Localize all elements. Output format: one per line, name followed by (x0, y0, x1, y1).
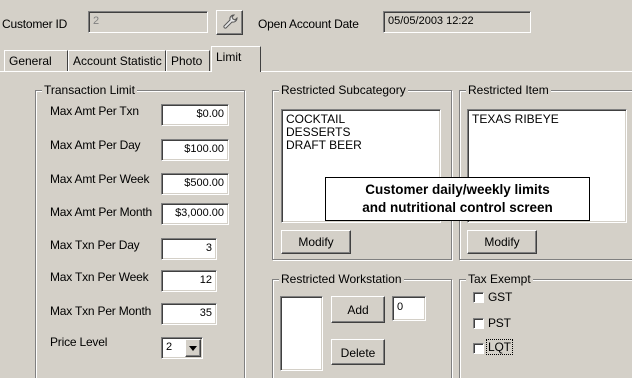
tax-exempt-group: Tax Exempt (459, 272, 632, 378)
customer-id-value: 2 (93, 15, 100, 27)
tab-limit[interactable]: Limit (211, 46, 261, 72)
tab-photo-label: Photo (171, 54, 203, 68)
workstation-delete-button[interactable]: Delete (331, 339, 385, 365)
customer-lookup-button[interactable] (216, 10, 243, 35)
transaction-limit-title: Transaction Limit (42, 83, 137, 97)
tab-photo[interactable]: Photo (166, 50, 210, 71)
open-date-value: 05/05/2003 12:22 (388, 15, 474, 27)
item-modify-label: Modify (484, 235, 520, 249)
wrench-icon (222, 14, 237, 29)
max-txn-per-month-label: Max Txn Per Month (50, 304, 152, 318)
tab-account-statistic[interactable]: Account Statistic (68, 50, 166, 71)
max-txn-per-day-label: Max Txn Per Day (50, 238, 140, 252)
max-amt-per-day-label: Max Amt Per Day (50, 138, 141, 152)
price-level-value: 2 (166, 341, 173, 353)
open-date-label: Open Account Date (258, 17, 359, 31)
list-item[interactable]: DRAFT BEER (286, 139, 436, 152)
tab-account-statistic-label: Account Statistic (73, 54, 162, 68)
max-amt-per-txn-value: $0.00 (196, 108, 224, 120)
workstation-number-field[interactable]: 0 (392, 296, 426, 321)
tab-general-label: General (9, 54, 52, 68)
max-amt-per-txn-label: Max Amt Per Txn (50, 104, 139, 118)
gst-label: GST (488, 290, 513, 304)
workstation-add-button[interactable]: Add (331, 296, 385, 323)
caption-line-2: and nutritional control screen (362, 200, 553, 215)
max-txn-per-month-value: 35 (199, 307, 212, 319)
max-amt-per-txn-field[interactable]: $0.00 (161, 104, 229, 126)
caption-line-1: Customer daily/weekly limits (365, 182, 550, 197)
pst-checkbox[interactable] (473, 318, 484, 329)
max-amt-per-month-label: Max Amt Per Month (50, 205, 152, 219)
customer-id-label: Customer ID (2, 17, 68, 31)
max-txn-per-day-field[interactable]: 3 (161, 238, 217, 260)
open-date-field[interactable]: 05/05/2003 12:22 (383, 11, 531, 33)
workstation-number-value: 0 (397, 301, 404, 313)
price-level-dropdown-button[interactable] (185, 339, 201, 357)
max-txn-per-week-label: Max Txn Per Week (50, 270, 149, 284)
list-item[interactable]: TEXAS RIBEYE (472, 113, 622, 126)
gst-checkbox[interactable] (473, 292, 484, 303)
max-amt-per-week-label: Max Amt Per Week (50, 172, 150, 186)
max-amt-per-day-value: $100.00 (184, 143, 224, 155)
subcategory-modify-button[interactable]: Modify (281, 230, 351, 254)
max-amt-per-day-field[interactable]: $100.00 (161, 139, 229, 161)
max-txn-per-day-value: 3 (205, 242, 212, 254)
max-txn-per-week-field[interactable]: 12 (161, 270, 217, 292)
tab-limit-label: Limit (216, 50, 242, 64)
restricted-workstation-title: Restricted Workstation (279, 272, 404, 286)
max-amt-per-week-value: $500.00 (184, 177, 224, 189)
tax-exempt-title: Tax Exempt (466, 272, 533, 286)
workstation-add-label: Add (347, 303, 369, 317)
price-level-select[interactable]: 2 (161, 337, 203, 359)
workstation-delete-label: Delete (340, 346, 376, 360)
item-modify-button[interactable]: Modify (467, 230, 537, 254)
max-txn-per-month-field[interactable]: 35 (161, 303, 217, 325)
max-amt-per-month-value: $3,000.00 (175, 207, 224, 219)
max-amt-per-month-field[interactable]: $3,000.00 (161, 203, 229, 225)
chevron-down-icon (189, 346, 197, 351)
restricted-item-title: Restricted Item (466, 83, 551, 97)
pst-label: PST (488, 316, 511, 330)
screen-caption: Customer daily/weekly limits and nutriti… (325, 177, 590, 221)
max-txn-per-week-value: 12 (199, 274, 212, 286)
lqt-label: LQT (486, 339, 513, 355)
tab-general[interactable]: General (4, 50, 68, 71)
restricted-subcategory-title: Restricted Subcategory (279, 83, 408, 97)
max-amt-per-week-field[interactable]: $500.00 (161, 173, 229, 195)
lqt-checkbox[interactable] (473, 343, 484, 354)
restricted-workstation-list[interactable] (280, 296, 323, 371)
subcategory-modify-label: Modify (298, 235, 334, 249)
price-level-label: Price Level (50, 335, 108, 349)
customer-id-field[interactable]: 2 (88, 11, 208, 33)
